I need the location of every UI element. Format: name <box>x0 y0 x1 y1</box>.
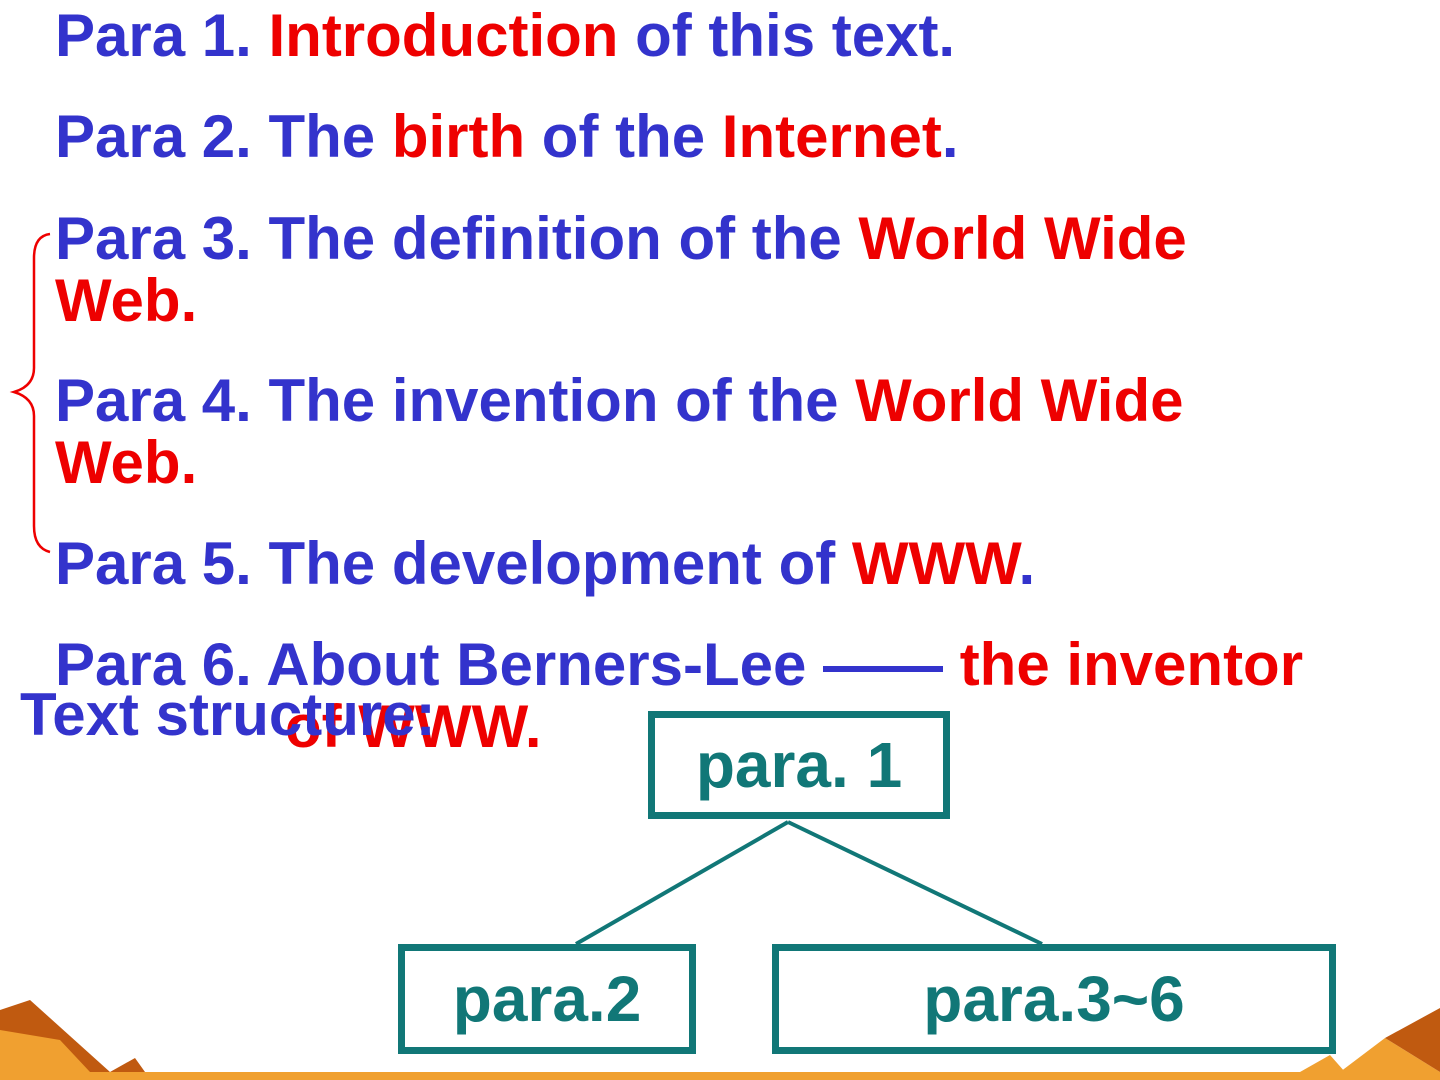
bottom-stripe <box>0 1072 1440 1080</box>
para-4-label: Para 4. The invention of the <box>55 367 856 434</box>
structure-left-box: para.2 <box>398 944 696 1054</box>
para-5-keyword: WWW <box>851 530 1019 597</box>
para-4-keyword-cont: Web. <box>55 429 198 496</box>
para-6-keyword: the inventor <box>959 631 1304 698</box>
para-3-line: Para 3. The definition of the World Wide… <box>55 208 1187 332</box>
para-2-period: . <box>941 103 959 170</box>
para-1-line: Para 1. Introduction of this text. <box>55 5 955 67</box>
structure-root-box: para. 1 <box>648 711 950 819</box>
para-5-period: . <box>1018 530 1036 597</box>
para-4-keyword: World Wide <box>855 367 1184 434</box>
right-pyramid-small <box>1300 1055 1345 1072</box>
para-4-line: Para 4. The invention of the World Wide W… <box>55 370 1183 494</box>
para-3-label: Para 3. The definition of the <box>55 205 859 272</box>
para-2-keyword-birth: birth <box>391 103 526 170</box>
para-5-line: Para 5. The development of WWW. <box>55 533 1035 595</box>
text-structure-heading: Text structure: <box>20 681 436 748</box>
left-pyramid-small <box>110 1058 145 1072</box>
para-2-label: Para 2. The <box>55 103 392 170</box>
para-2-middle: of the <box>525 103 722 170</box>
para-3-keyword: World Wide <box>858 205 1187 272</box>
structure-right-box: para.3~6 <box>772 944 1336 1054</box>
para-1-label: Para 1. <box>55 2 269 69</box>
para-1-keyword: Introduction <box>268 2 619 69</box>
para-5-label: Para 5. The development of <box>55 530 852 597</box>
structure-root-label: para. 1 <box>695 729 903 801</box>
para-2-keyword-internet: Internet <box>721 103 942 170</box>
para-2-line: Para 2. The birth of the Internet. <box>55 106 958 168</box>
para-3-keyword-cont: Web. <box>55 267 198 334</box>
structure-left-label: para.2 <box>452 963 642 1035</box>
structure-right-label: para.3~6 <box>923 963 1185 1035</box>
para-1-rest: of this text. <box>618 2 956 69</box>
